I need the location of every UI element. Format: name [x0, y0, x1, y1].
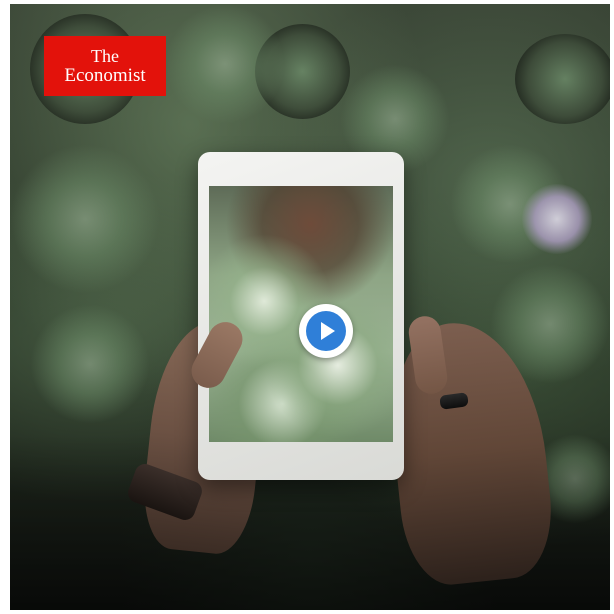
- succulent-plant: [10, 144, 160, 294]
- tablet-device: [198, 152, 404, 480]
- play-button[interactable]: [299, 304, 353, 358]
- logo-text-economist: Economist: [64, 65, 146, 86]
- video-thumbnail[interactable]: The Economist: [10, 4, 610, 610]
- plant-pot: [515, 34, 610, 124]
- economist-logo[interactable]: The Economist: [44, 36, 166, 96]
- play-icon: [306, 311, 346, 351]
- succulent-plant: [165, 4, 285, 124]
- play-triangle-icon: [321, 322, 335, 340]
- logo-text-the: The: [91, 46, 119, 66]
- echeveria-flower: [522, 184, 592, 254]
- tablet-screen: [209, 186, 393, 442]
- succulent-plant: [30, 304, 150, 424]
